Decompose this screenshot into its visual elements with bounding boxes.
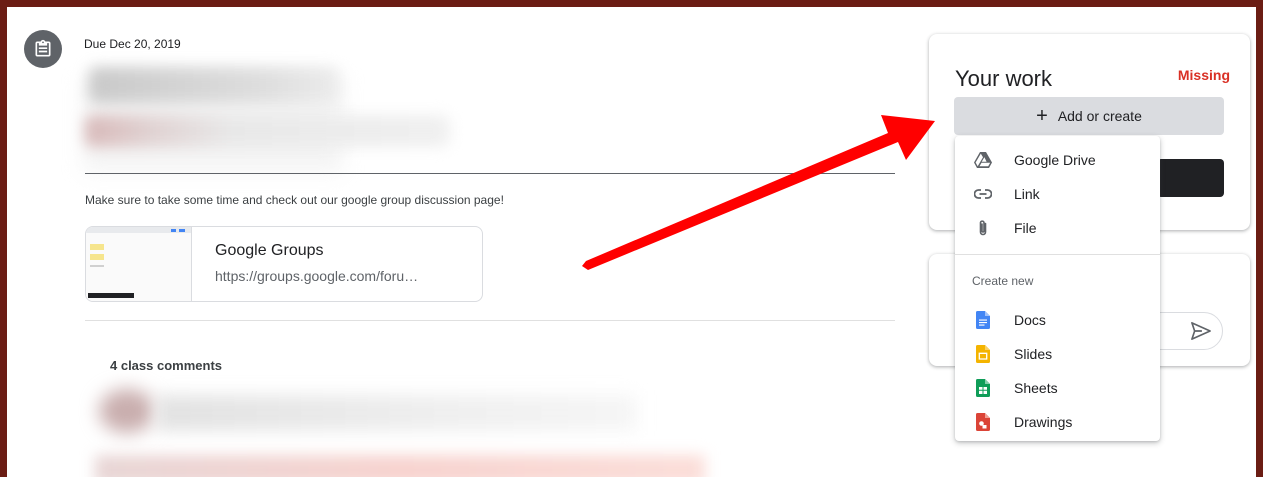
annotation-arrow — [582, 115, 935, 270]
